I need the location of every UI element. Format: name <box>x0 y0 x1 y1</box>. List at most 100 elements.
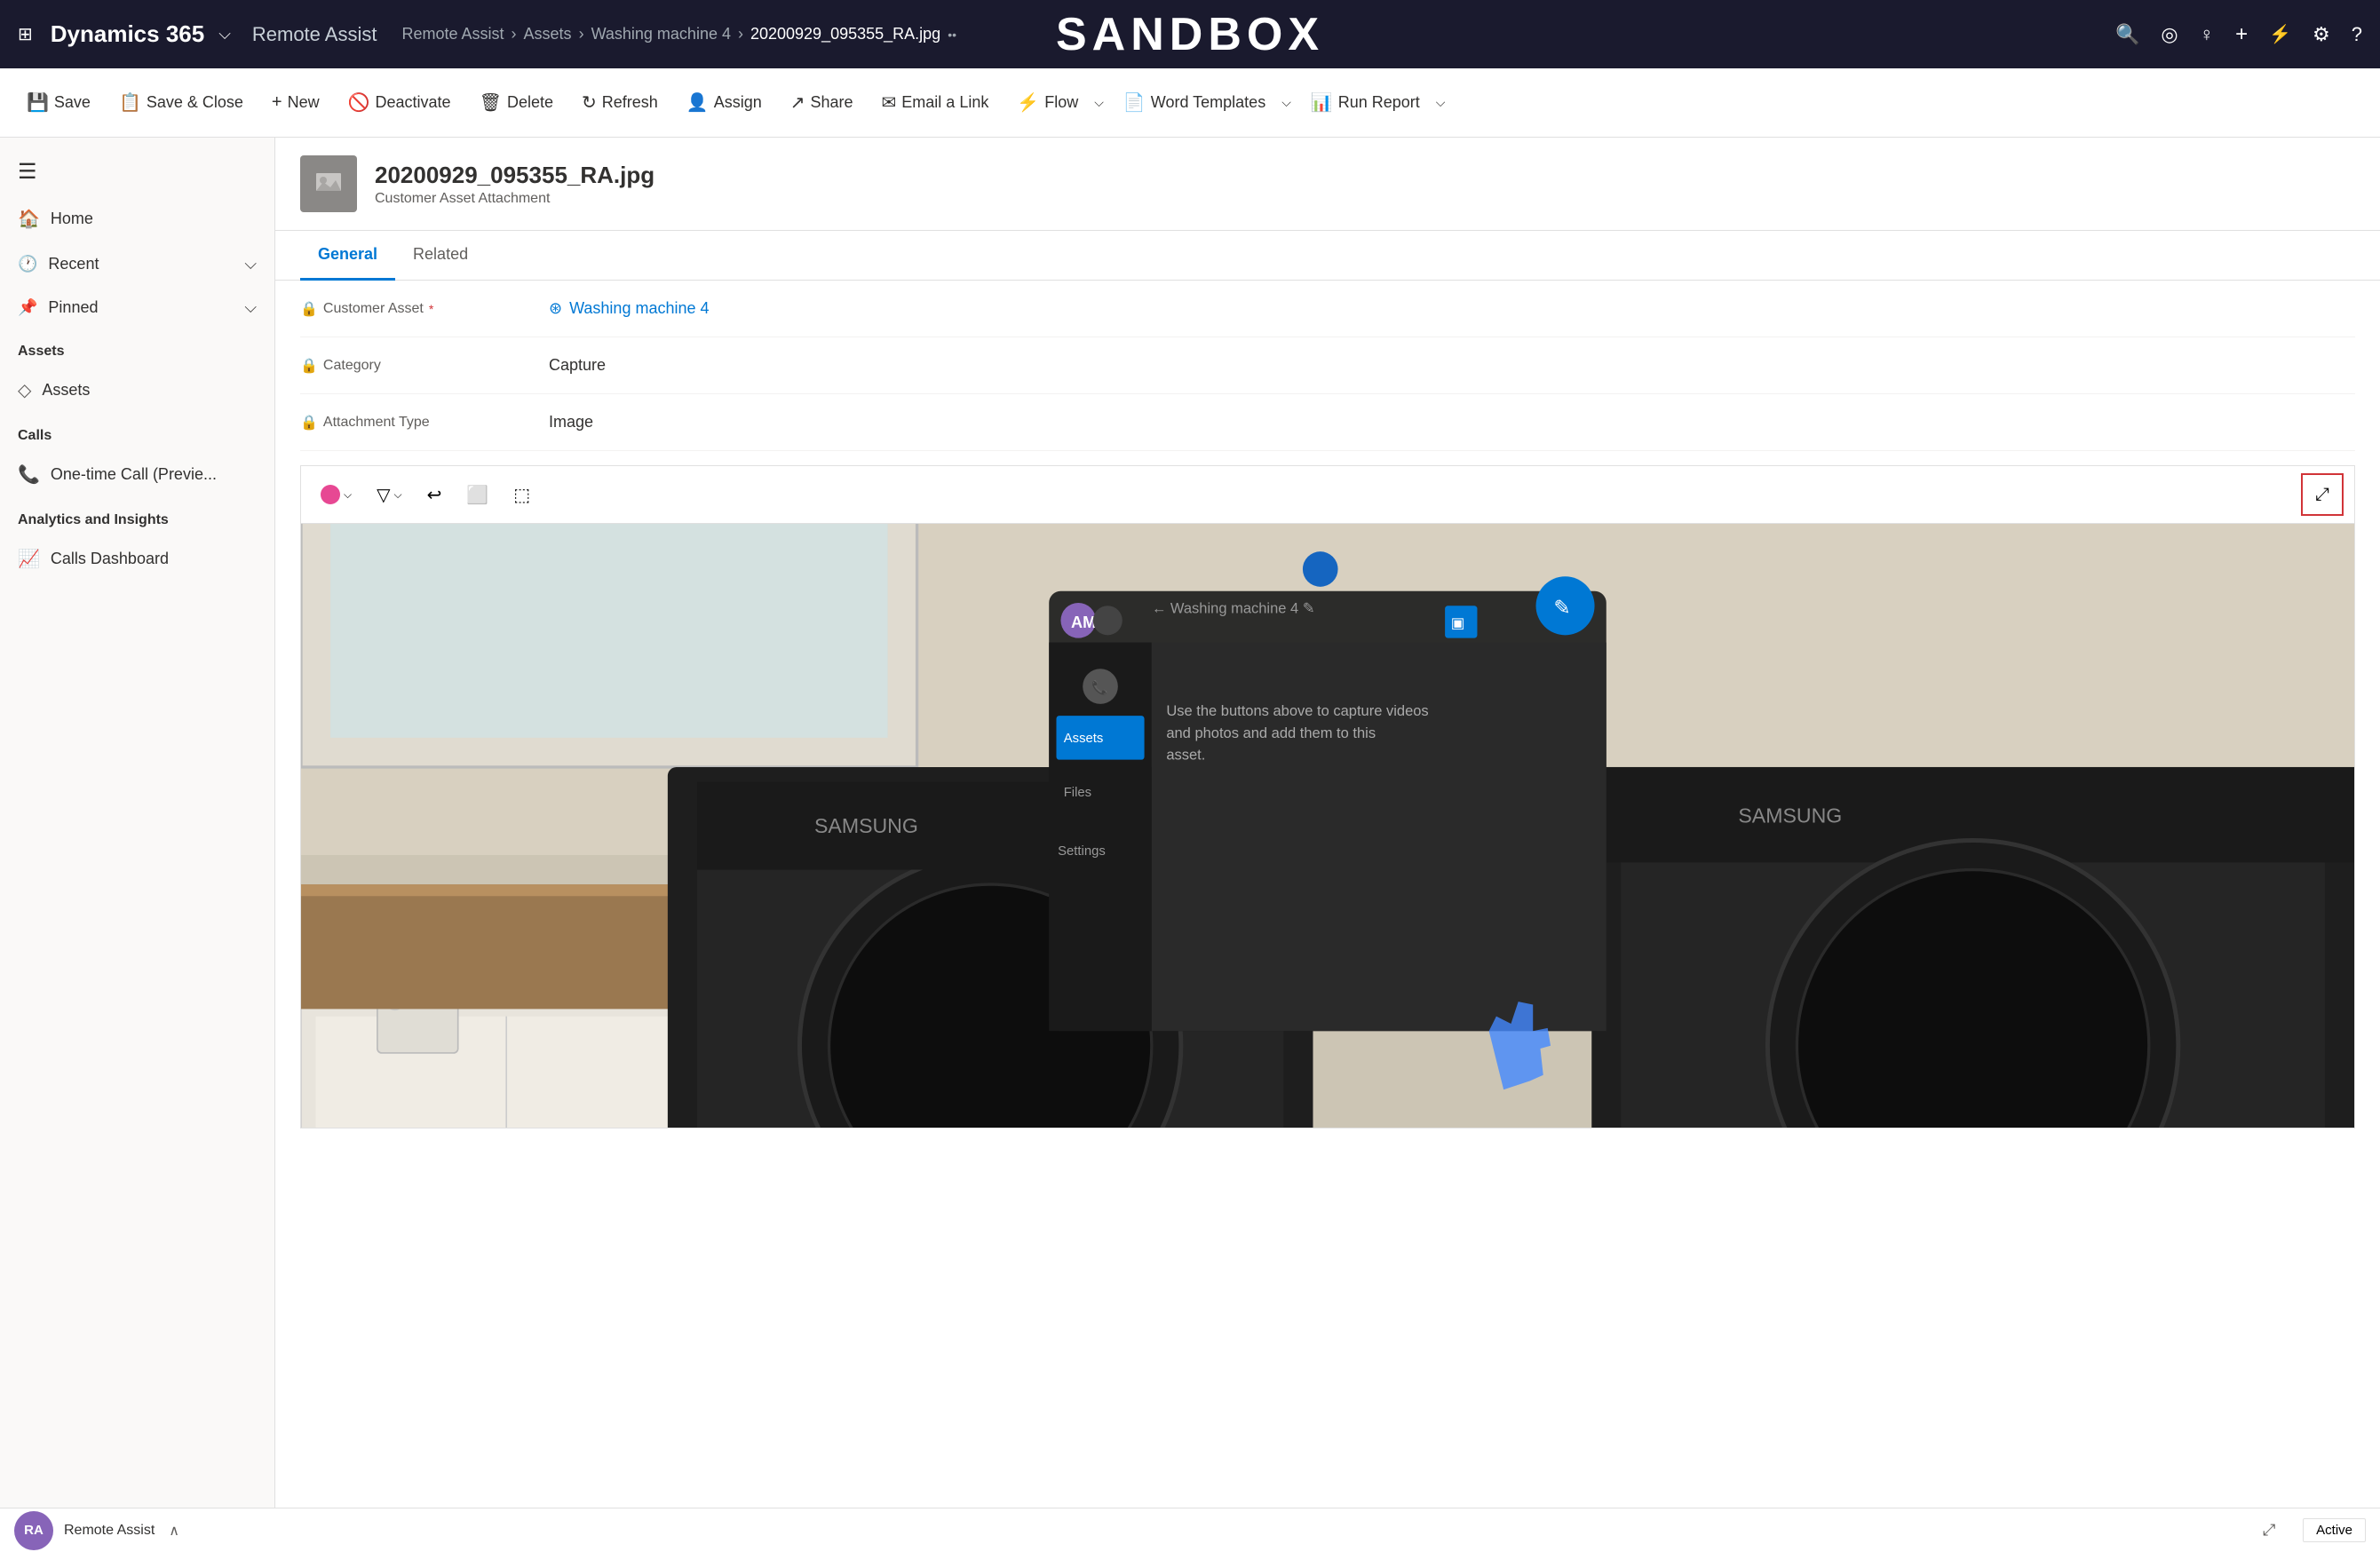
breadcrumb-sep-1: › <box>512 25 517 44</box>
sidebar-item-home[interactable]: 🏠 Home <box>0 195 274 242</box>
record-subtitle: Customer Asset Attachment <box>375 191 654 207</box>
svg-text:📞: 📞 <box>1091 679 1108 696</box>
breadcrumb-overflow[interactable]: •• <box>948 28 956 42</box>
save-icon: 💾 <box>27 91 49 114</box>
tabs-bar: General Related <box>275 231 2380 281</box>
sidebar-item-calls-dashboard[interactable]: 📈 Calls Dashboard <box>0 535 274 582</box>
tab-related[interactable]: Related <box>395 231 486 281</box>
svg-text:AM: AM <box>1071 614 1096 631</box>
assign-icon: 👤 <box>686 91 709 114</box>
flow-icon: ⚡ <box>1017 91 1039 114</box>
form-row-category: 🔒 Category Capture <box>300 337 2355 394</box>
delete-icon: 🗑 <box>480 91 502 114</box>
category-label: 🔒 Category <box>300 357 549 375</box>
assign-button[interactable]: 👤 Assign <box>674 84 774 121</box>
new-icon: + <box>272 92 282 113</box>
svg-text:Settings: Settings <box>1058 844 1106 859</box>
sidebar-item-assets[interactable]: ◇ Assets <box>0 367 274 414</box>
refresh-button[interactable]: ↻ Refresh <box>569 84 670 121</box>
breadcrumb-sep-3: › <box>738 25 743 44</box>
sidebar-item-one-time-call[interactable]: 📞 One-time Call (Previe... <box>0 451 274 498</box>
word-templates-dropdown-arrow[interactable]: ⌵ <box>1278 88 1295 117</box>
email-link-icon: ✉ <box>882 91 897 114</box>
deactivate-button[interactable]: 🚫 Deactivate <box>336 84 464 121</box>
image-viewer: ⌵ ▽ ⌵ ↩ ⬜ ⬚ ⤢ <box>300 465 2355 1128</box>
run-report-dropdown-arrow[interactable]: ⌵ <box>1432 88 1449 117</box>
breadcrumb-item-3[interactable]: Washing machine 4 <box>591 25 731 44</box>
filter-icon[interactable]: ⚡ <box>2269 23 2291 45</box>
question-icon[interactable]: ? <box>2352 23 2362 46</box>
recent-chevron-icon: ⌵ <box>244 255 257 273</box>
svg-text:← Washing machine 4 ✎: ← Washing machine 4 ✎ <box>1152 601 1315 617</box>
customer-asset-value[interactable]: ⊛ Washing machine 4 <box>549 299 710 318</box>
delete-label: Delete <box>507 93 553 112</box>
status-expand-button[interactable]: ⤢ <box>2249 1511 2289 1550</box>
email-link-button[interactable]: ✉ Email a Link <box>869 84 1002 121</box>
top-navigation: ⊞ Dynamics 365 ⌵ Remote Assist Remote As… <box>0 0 2380 68</box>
home-icon: 🏠 <box>18 208 40 230</box>
delete-button[interactable]: 🗑 Delete <box>467 84 566 121</box>
image-toolbar: ⌵ ▽ ⌵ ↩ ⬜ ⬚ ⤢ <box>301 466 2354 524</box>
run-report-button[interactable]: 📊 Run Report <box>1298 84 1432 121</box>
sidebar-item-recent[interactable]: 🕐 Recent ⌵ <box>0 242 274 286</box>
help-icon[interactable]: ♀ <box>2200 23 2215 46</box>
new-label: New <box>288 93 320 112</box>
sidebar-toggle[interactable]: ☰ <box>0 148 274 195</box>
flow-button[interactable]: ⚡ Flow <box>1004 84 1091 121</box>
flow-dropdown-arrow[interactable]: ⌵ <box>1091 88 1107 117</box>
lock-icon-3: 🔒 <box>300 414 318 432</box>
svg-text:SAMSUNG: SAMSUNG <box>1738 804 1842 827</box>
color-picker-button[interactable]: ⌵ <box>312 479 361 510</box>
assign-label: Assign <box>714 93 762 112</box>
pointer-tool-button[interactable]: ▽ ⌵ <box>368 479 411 511</box>
tab-general[interactable]: General <box>300 231 395 281</box>
settings-icon[interactable]: ◎ <box>2161 23 2178 46</box>
word-templates-label: Word Templates <box>1151 93 1265 112</box>
save-label: Save <box>54 93 91 112</box>
undo-button[interactable]: ↩ <box>418 479 451 511</box>
customer-asset-link-text[interactable]: Washing machine 4 <box>569 299 709 318</box>
color-picker-dropdown-icon: ⌵ <box>344 488 352 502</box>
search-icon[interactable]: 🔍 <box>2115 23 2139 46</box>
save-close-label: Save & Close <box>147 93 243 112</box>
form-row-attachment-type: 🔒 Attachment Type Image <box>300 394 2355 451</box>
dynamics-logo: Dynamics 365 <box>51 20 204 48</box>
svg-text:SAMSUNG: SAMSUNG <box>814 814 918 837</box>
sidebar-section-calls: Calls <box>0 414 274 451</box>
form-row-customer-asset: 🔒 Customer Asset * ⊛ Washing machine 4 <box>300 281 2355 337</box>
recent-icon: 🕐 <box>18 255 37 273</box>
svg-text:Files: Files <box>1064 786 1091 800</box>
new-button[interactable]: + New <box>259 85 332 120</box>
crop-icon: ⬜ <box>466 484 488 506</box>
run-report-label: Run Report <box>1338 93 1420 112</box>
sidebar-recent-label: Recent <box>48 255 99 273</box>
breadcrumb: Remote Assist › Assets › Washing machine… <box>401 25 956 44</box>
word-templates-button[interactable]: 📄 Word Templates <box>1111 84 1278 121</box>
breadcrumb-item-1[interactable]: Remote Assist <box>401 25 504 44</box>
share-button[interactable]: ↗ Share <box>778 84 866 121</box>
save-close-button[interactable]: 📋 Save & Close <box>107 84 256 121</box>
collapse-icon[interactable]: ∧ <box>169 1522 179 1540</box>
pointer-dropdown-icon: ⌵ <box>394 488 402 502</box>
dynamics-dropdown-icon[interactable]: ⌵ <box>218 25 231 44</box>
save-close-icon: 📋 <box>119 91 141 114</box>
lock-icon-2: 🔒 <box>300 357 318 375</box>
share-icon: ↗ <box>790 91 805 114</box>
gear-icon[interactable]: ⚙ <box>2313 23 2330 46</box>
sidebar-item-pinned[interactable]: 📌 Pinned ⌵ <box>0 286 274 329</box>
svg-text:Assets: Assets <box>1064 732 1104 746</box>
category-value: Capture <box>549 356 606 375</box>
assets-icon: ◇ <box>18 379 31 401</box>
rotate-button[interactable]: ⬚ <box>504 479 539 511</box>
command-bar: 💾 Save 📋 Save & Close + New 🚫 Deactivate… <box>0 68 2380 138</box>
breadcrumb-item-2[interactable]: Assets <box>524 25 572 44</box>
expand-button[interactable]: ⤢ <box>2301 473 2344 516</box>
save-button[interactable]: 💾 Save <box>14 84 103 121</box>
crop-button[interactable]: ⬜ <box>457 479 497 511</box>
breadcrumb-item-current: 20200929_095355_RA.jpg <box>750 25 940 44</box>
record-header: 20200929_095355_RA.jpg Customer Asset At… <box>275 138 2380 231</box>
module-name: Remote Assist <box>252 23 377 46</box>
bottom-bar: RA Remote Assist ∧ ⤢ Active <box>0 1508 2380 1552</box>
add-icon[interactable]: + <box>2235 22 2248 47</box>
waffle-menu-icon[interactable]: ⊞ <box>18 23 33 45</box>
